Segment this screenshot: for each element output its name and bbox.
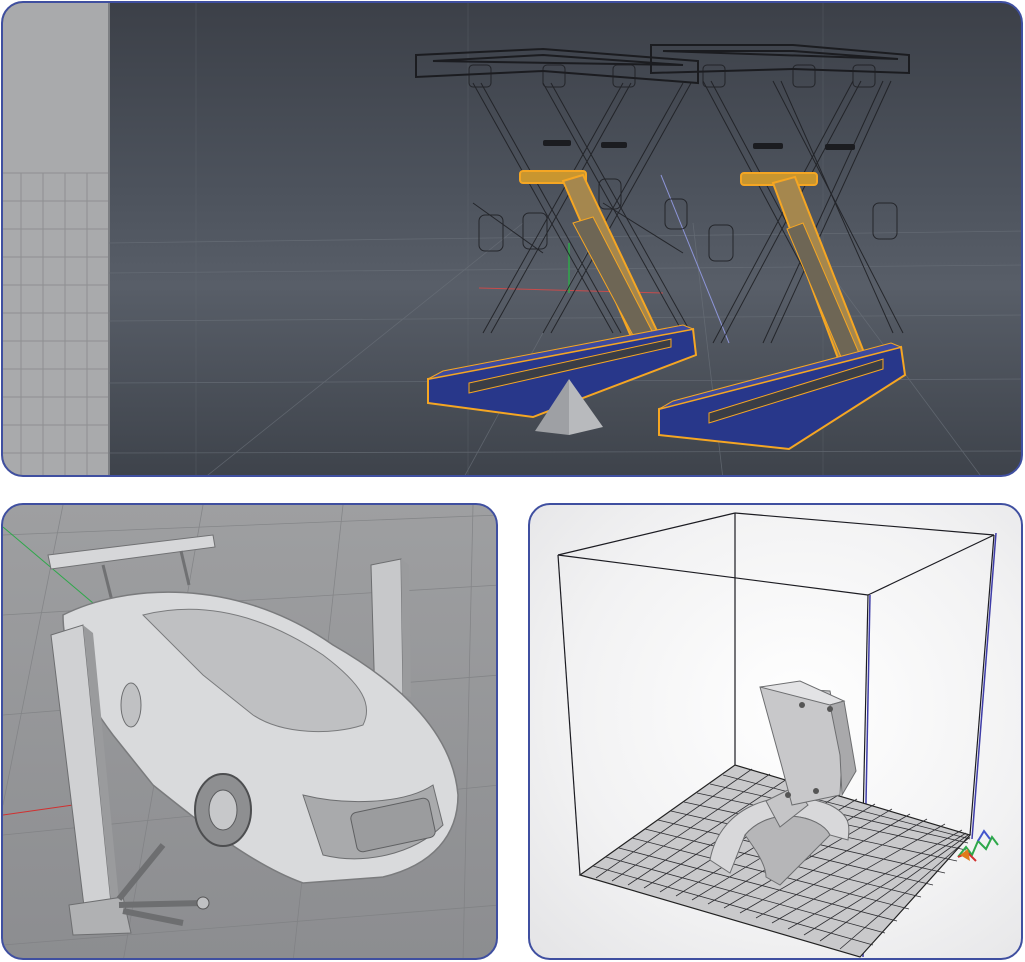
top-platforms bbox=[415, 44, 910, 85]
selected-cylinder-left[interactable] bbox=[519, 170, 660, 343]
side-panel-grid bbox=[3, 3, 109, 475]
viewport-car-lift[interactable] bbox=[1, 503, 498, 960]
car-lift-scene bbox=[3, 505, 496, 958]
axis-red-line bbox=[3, 804, 74, 816]
viewport-scissor-lift[interactable] bbox=[1, 1, 1023, 477]
lift-base-right[interactable] bbox=[658, 342, 907, 451]
lift-arms bbox=[116, 843, 204, 926]
viewport-print-preview[interactable] bbox=[528, 503, 1023, 960]
print-preview-scene bbox=[557, 512, 999, 958]
measure-line bbox=[660, 174, 730, 344]
scissor-lift-scene bbox=[3, 3, 1021, 475]
